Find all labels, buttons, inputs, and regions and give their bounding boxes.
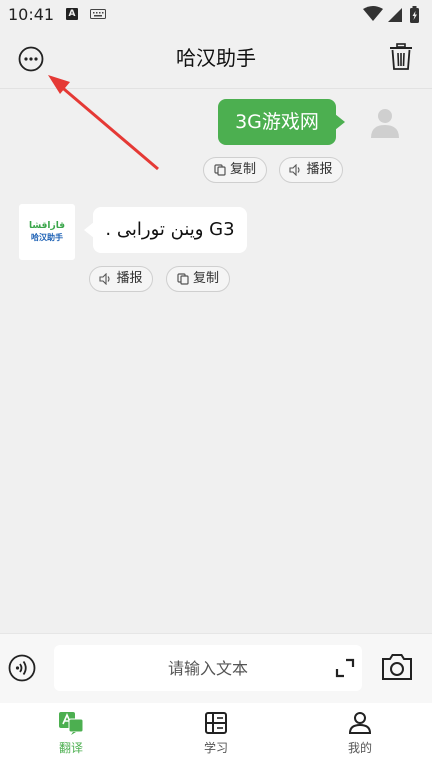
- nav-label-me: 我的: [347, 741, 372, 755]
- status-icons: [363, 6, 419, 23]
- speak-button[interactable]: 播报: [279, 157, 343, 183]
- user-message-bubble: 3G游戏网: [218, 99, 336, 145]
- nav-item-translate[interactable]: 翻译: [31, 711, 111, 763]
- user-avatar: [371, 109, 399, 138]
- copy-button[interactable]: 复制: [203, 157, 267, 183]
- speaker-icon: [99, 273, 111, 285]
- keyboard-icon: [90, 9, 106, 19]
- bot-logo-kazakh: قازاقشا: [29, 221, 65, 231]
- copy-icon: [214, 164, 226, 176]
- bot-logo-chinese: 哈汉助手: [31, 233, 63, 242]
- status-time: 10:41: [8, 5, 55, 24]
- page-title: 哈汉助手: [176, 46, 256, 70]
- speaker-icon: [289, 164, 301, 176]
- bot-copy-button[interactable]: 复制: [166, 266, 230, 292]
- expand-icon[interactable]: [334, 657, 356, 679]
- trash-icon[interactable]: [389, 43, 413, 71]
- bot-speak-button[interactable]: 播报: [89, 266, 153, 292]
- text-input[interactable]: [54, 645, 362, 691]
- wifi-icon: [363, 6, 383, 21]
- book-icon: [205, 712, 227, 734]
- annotation-arrow-icon: [48, 75, 159, 171]
- user-bubble-tail: [335, 114, 345, 130]
- nav-label-translate: 翻译: [58, 741, 83, 755]
- camera-button[interactable]: [381, 652, 413, 682]
- copy-icon: [177, 273, 189, 285]
- bot-message-bubble: . وينن تورابى G3: [93, 207, 247, 253]
- bot-copy-button-label: 复制: [192, 271, 219, 286]
- voice-input-button[interactable]: [8, 654, 36, 682]
- translate-icon: [59, 712, 84, 735]
- bot-speak-button-label: 播报: [116, 271, 143, 286]
- signal-icon: [388, 8, 402, 22]
- nav-label-learn: 学习: [203, 741, 228, 755]
- profile-icon: [348, 712, 372, 734]
- nav-item-learn[interactable]: 学习: [176, 711, 256, 763]
- bot-avatar: قازاقشا 哈汉助手: [19, 204, 75, 260]
- speak-button-label: 播报: [306, 162, 333, 177]
- copy-button-label: 复制: [229, 162, 256, 177]
- notification-app-icon: A: [66, 8, 78, 20]
- nav-item-me[interactable]: 我的: [320, 711, 400, 763]
